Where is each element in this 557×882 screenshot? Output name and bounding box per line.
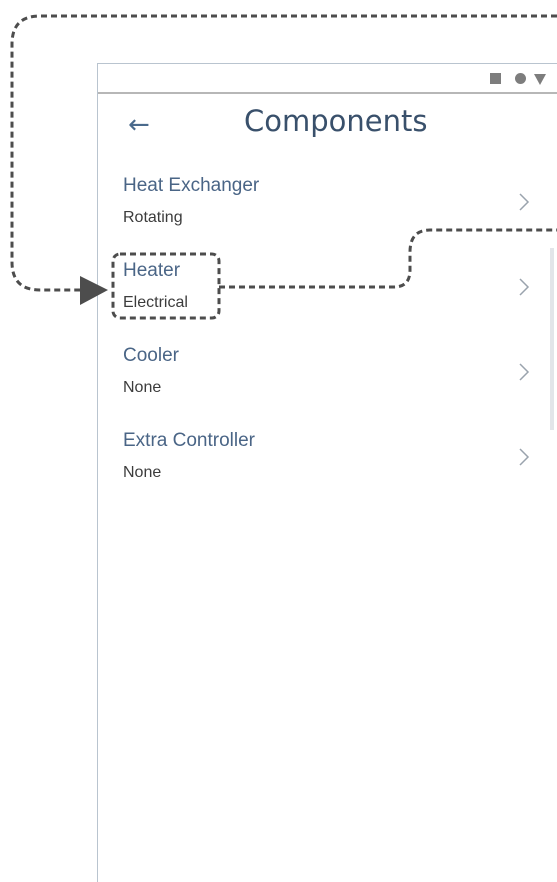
item-title: Cooler (123, 345, 179, 366)
item-subtitle: Electrical (123, 294, 188, 311)
item-subtitle: None (123, 464, 162, 481)
triangle-down-icon (534, 74, 546, 85)
list-item-heat-exchanger[interactable]: Heat Exchanger Rotating (98, 159, 557, 244)
chevron-right-icon (519, 278, 530, 296)
phone-screen: ← Components Heat Exchanger Rotating Hea… (97, 63, 557, 882)
chevron-right-icon (519, 363, 530, 381)
item-title: Heat Exchanger (123, 175, 260, 196)
back-arrow-icon[interactable]: ← (128, 112, 150, 138)
scrollbar[interactable] (550, 248, 554, 430)
list-item-cooler[interactable]: Cooler None (98, 329, 557, 414)
list-item-extra-controller[interactable]: Extra Controller None (98, 414, 557, 499)
item-subtitle: None (123, 379, 162, 396)
circle-icon (515, 73, 526, 84)
components-list: Heat Exchanger Rotating Heater Electrica… (98, 159, 557, 499)
square-icon (490, 73, 501, 84)
chevron-right-icon (519, 193, 530, 211)
status-bar (98, 64, 557, 94)
canvas: ← Components Heat Exchanger Rotating Hea… (0, 0, 557, 882)
item-subtitle: Rotating (123, 209, 183, 226)
item-title: Extra Controller (123, 430, 255, 451)
list-item-heater[interactable]: Heater Electrical (98, 244, 557, 329)
page-title: Components (244, 104, 428, 138)
chevron-right-icon (519, 448, 530, 466)
item-title: Heater (123, 260, 181, 281)
